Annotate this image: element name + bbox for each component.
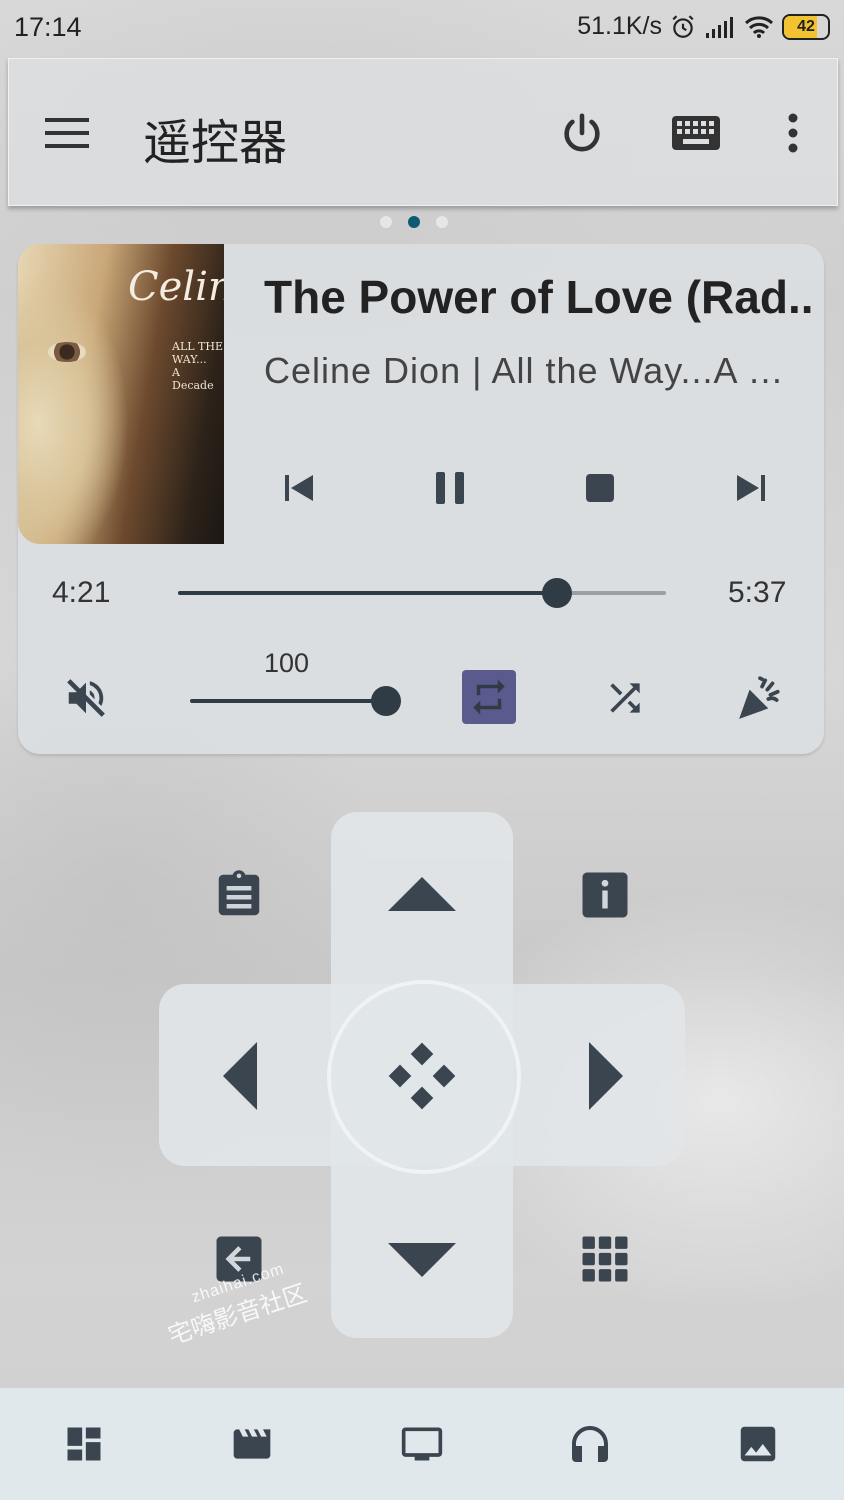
seek-bar[interactable]	[178, 578, 666, 608]
movies-icon[interactable]	[222, 1416, 282, 1472]
page-indicator[interactable]	[380, 216, 448, 228]
skip-previous-icon[interactable]	[270, 460, 330, 516]
page-dot[interactable]	[436, 216, 448, 228]
keyboard-icon[interactable]	[665, 105, 727, 161]
album-art-line: A Decade	[172, 366, 214, 392]
album-art-text: ALL THE WAY... A Decade	[172, 340, 224, 392]
artist-album: Celine Dion | All the Way...A …	[264, 350, 785, 391]
seek-bar-thumb[interactable]	[541, 578, 572, 608]
page-title: 遥控器	[143, 115, 288, 171]
volume-value: 100	[264, 648, 310, 678]
status-bar: 17:14 51.1K/s 42	[0, 0, 844, 56]
osd-grid-icon[interactable]	[572, 1226, 638, 1292]
context-menu-icon[interactable]	[206, 862, 272, 928]
more-vert-icon[interactable]	[775, 105, 811, 161]
power-icon[interactable]	[553, 105, 611, 161]
info-icon[interactable]	[572, 862, 638, 928]
album-art-eye	[48, 342, 86, 362]
battery-level: 42	[797, 17, 815, 35]
seek-bar-played	[178, 591, 557, 595]
alarm-icon	[672, 14, 694, 38]
bottom-navigation	[0, 1388, 844, 1500]
volume-slider[interactable]	[190, 686, 401, 716]
now-playing-card: Celine ALL THE WAY... A Decade The Power…	[18, 244, 824, 754]
elapsed-time: 4:21	[52, 576, 111, 609]
tv-icon[interactable]	[392, 1416, 452, 1472]
status-icons: 51.1K/s 42	[577, 12, 830, 41]
arrow-up-button[interactable]	[372, 856, 472, 932]
page-dot-active[interactable]	[408, 216, 420, 228]
pictures-icon[interactable]	[728, 1416, 788, 1472]
pause-icon[interactable]	[420, 460, 480, 516]
album-art-line: ALL THE WAY...	[172, 340, 224, 366]
dashboard-icon[interactable]	[54, 1416, 114, 1472]
album-art[interactable]: Celine ALL THE WAY... A Decade	[18, 244, 224, 544]
duration-time: 5:37	[728, 576, 787, 609]
battery-icon: 42	[782, 13, 830, 40]
song-title: The Power of Love (Rad..	[264, 271, 814, 323]
album-art-signature: Celine	[128, 264, 224, 310]
page-dot[interactable]	[380, 216, 392, 228]
menu-icon[interactable]	[37, 105, 97, 161]
net-speed: 51.1K/s	[577, 12, 662, 40]
skip-next-icon[interactable]	[720, 460, 780, 516]
app-bar: 遥控器	[8, 58, 838, 206]
music-icon[interactable]	[560, 1416, 620, 1472]
stop-icon[interactable]	[570, 460, 630, 516]
arrow-left-button[interactable]	[200, 1030, 280, 1122]
wifi-icon	[744, 15, 774, 38]
signal-icon	[706, 16, 733, 38]
repeat-icon[interactable]	[462, 670, 516, 724]
status-time: 17:14	[14, 12, 82, 42]
volume-slider-thumb[interactable]	[371, 686, 401, 716]
volume-mute-icon[interactable]	[56, 670, 116, 726]
party-mode-icon[interactable]	[730, 668, 790, 728]
select-icon[interactable]	[382, 1036, 462, 1116]
arrow-right-button[interactable]	[566, 1030, 646, 1122]
shuffle-icon[interactable]	[596, 670, 654, 726]
arrow-down-button[interactable]	[372, 1222, 472, 1298]
